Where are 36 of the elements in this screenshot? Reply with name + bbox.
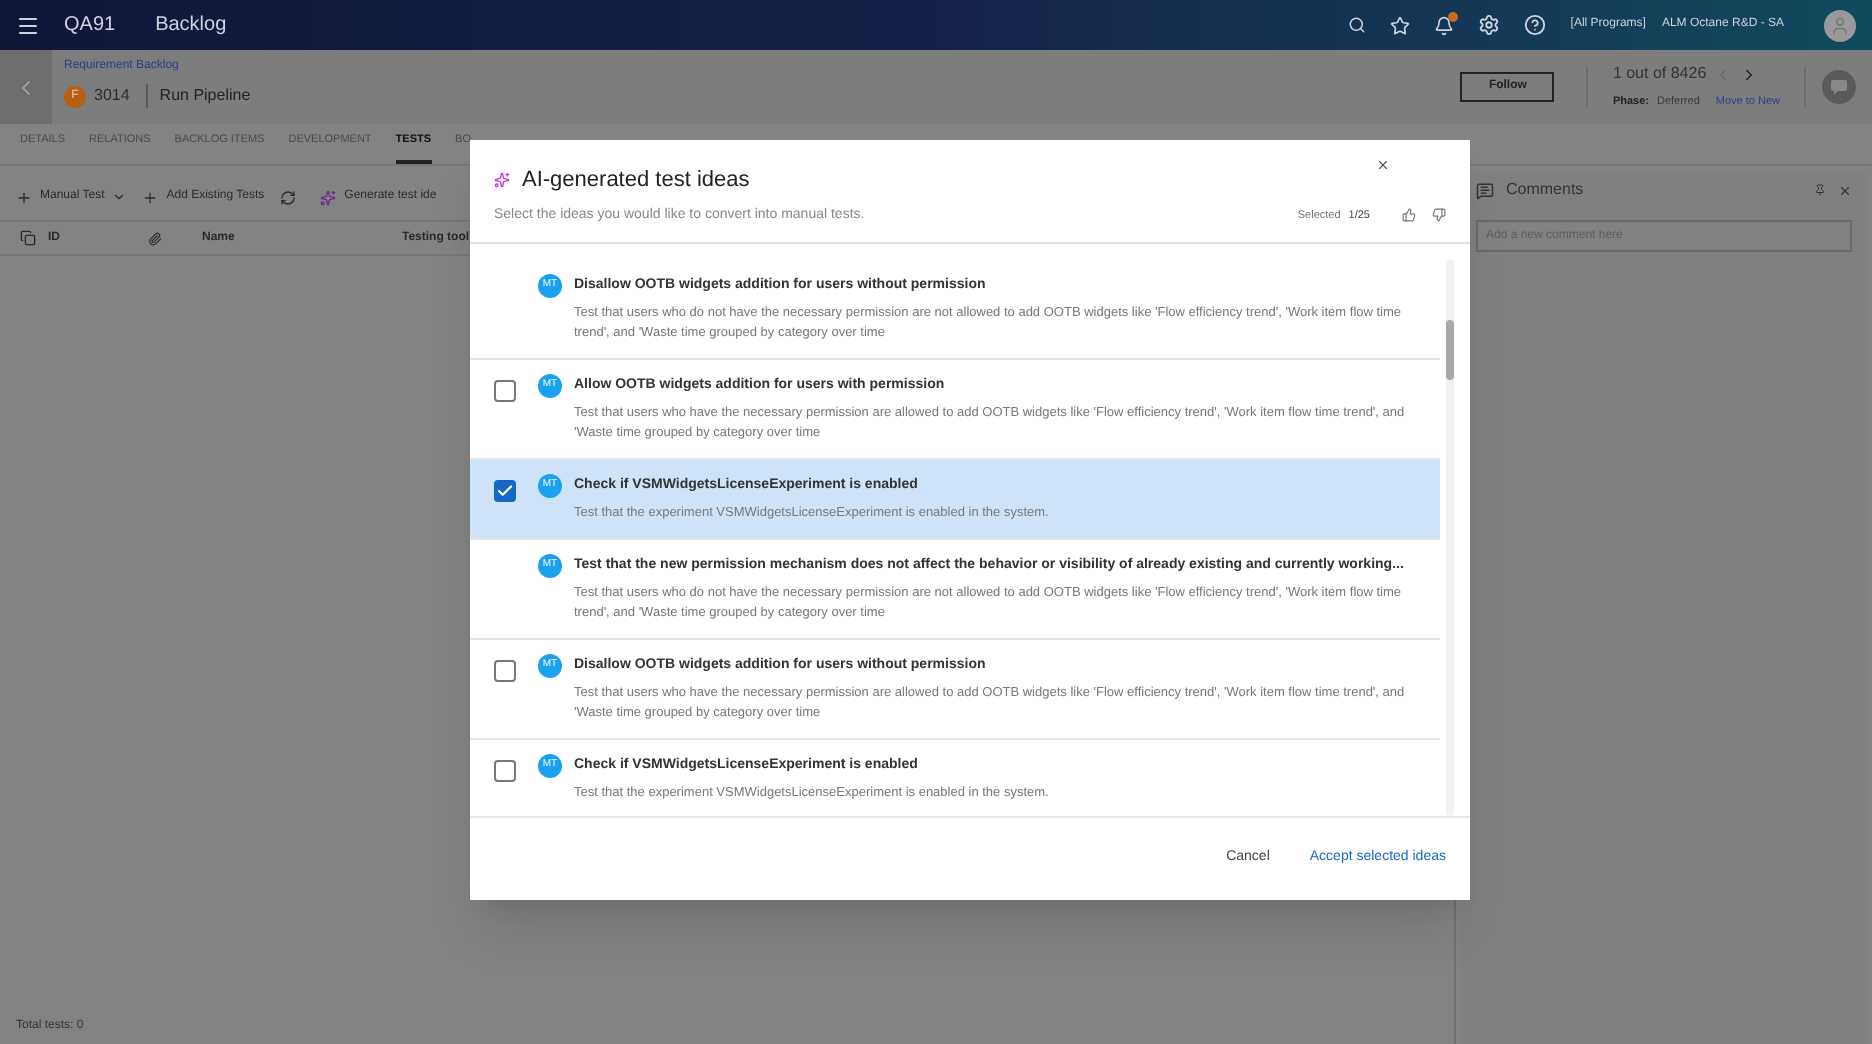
checkbox[interactable]: [494, 480, 516, 502]
search-icon[interactable]: [1348, 16, 1367, 34]
star-icon[interactable]: [1390, 15, 1411, 35]
checkbox[interactable]: [494, 660, 516, 682]
caret-icon[interactable]: [112, 190, 127, 204]
close-icon[interactable]: [1838, 183, 1852, 197]
attachment-icon: [148, 231, 162, 245]
select-all-icon[interactable]: [20, 230, 36, 246]
plus-icon[interactable]: [16, 189, 32, 205]
menu-icon[interactable]: [16, 13, 40, 37]
refresh-icon[interactable]: [280, 189, 297, 205]
user-avatar[interactable]: [1824, 9, 1856, 41]
dialog-title: AI-generated test ideas: [522, 166, 750, 196]
record-counter: 1 out of 8426: [1612, 62, 1707, 86]
idea-row[interactable]: [470, 640, 1440, 740]
item-id: 3014: [94, 84, 130, 108]
comments-title: Comments: [1506, 178, 1584, 202]
close-icon[interactable]: [1376, 158, 1390, 172]
idea-row[interactable]: [470, 260, 1440, 360]
settings-icon[interactable]: [1478, 14, 1501, 36]
module-name[interactable]: Backlog: [155, 10, 227, 40]
notification-icon[interactable]: [1434, 15, 1455, 35]
plus-icon[interactable]: [142, 189, 159, 205]
checkbox[interactable]: [494, 380, 516, 402]
comment-icon: [1476, 181, 1494, 199]
thumbs-down-icon[interactable]: [1432, 208, 1446, 223]
sparkle-icon: [494, 172, 510, 189]
help-icon[interactable]: [1524, 14, 1547, 36]
sparkle-icon[interactable]: [320, 189, 337, 205]
item-title: Run Pipeline: [145, 84, 251, 108]
checkbox[interactable]: [494, 760, 516, 782]
idea-row[interactable]: [470, 360, 1440, 460]
thumbs-up-icon[interactable]: [1402, 208, 1416, 223]
workspace-name[interactable]: QA91: [64, 10, 116, 40]
idea-row[interactable]: [470, 540, 1440, 640]
pin-icon[interactable]: [1814, 184, 1826, 196]
